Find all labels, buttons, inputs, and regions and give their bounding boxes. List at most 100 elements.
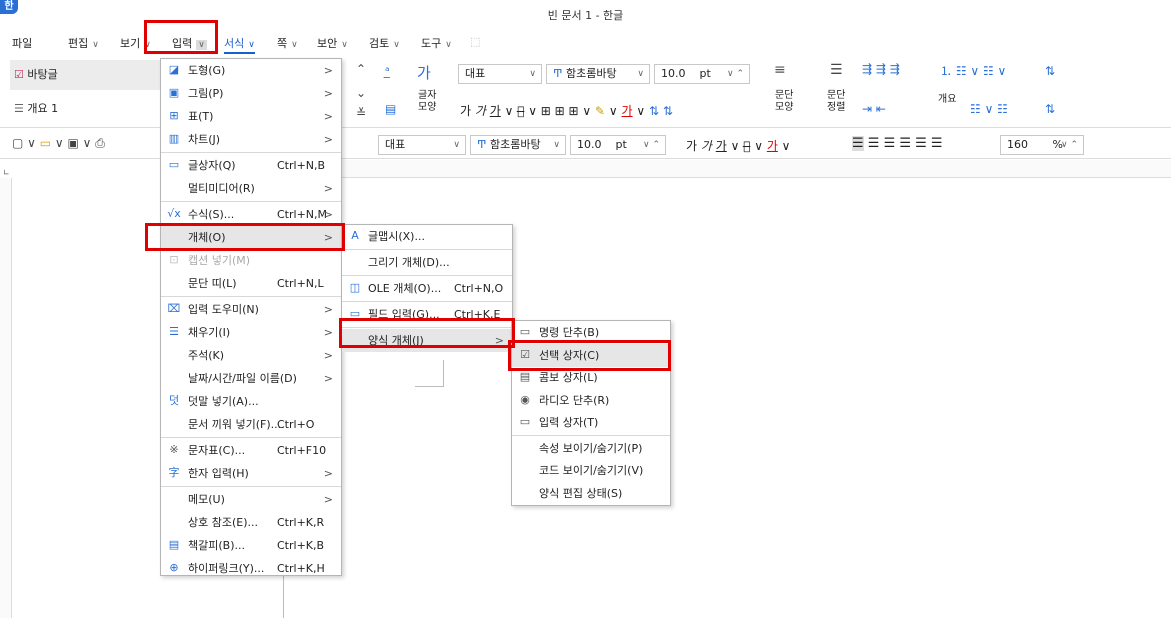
menu-separator xyxy=(342,301,512,302)
input-menu-item[interactable]: ⊡ 캡션 넣기(M) xyxy=(161,249,341,272)
menu-item-label: 하이퍼링크(Y)... xyxy=(188,562,265,575)
menu-tools[interactable]: 도구 ∨ xyxy=(421,35,452,51)
style-apply-icon[interactable]: ▤ xyxy=(385,102,396,116)
font-type-icon: Ͳ xyxy=(553,67,566,80)
menu-review[interactable]: 검토 ∨ xyxy=(369,35,400,51)
input-menu-item[interactable]: ☰ 채우기(I) > xyxy=(161,321,341,344)
object-menu-item[interactable]: A 글맵시(X)... xyxy=(342,225,512,248)
menu-item-label: 문서 끼워 넣기(F)... xyxy=(188,418,282,431)
font-style-select-2[interactable]: 대표 ∨ xyxy=(378,135,466,155)
scroll-down-icon[interactable]: ⌄ xyxy=(356,86,366,100)
form-menu-item[interactable]: ◉ 라디오 단추(R) xyxy=(512,389,670,412)
align-justify-icon[interactable]: ☰ xyxy=(830,62,843,78)
menu-security[interactable]: 보안 ∨ xyxy=(317,35,348,51)
style-add-icon[interactable]: ᵃ̲ xyxy=(385,64,390,78)
font-style-select[interactable]: 대표 ∨ xyxy=(458,64,542,84)
sort-icon[interactable]: ⇅ xyxy=(1045,64,1055,78)
para-align-label[interactable]: 문단 정렬 xyxy=(827,90,845,114)
char-format-buttons[interactable]: 가 가 가 ∨ 가̶ ∨ ⊞ ⊞ ⊞ ∨ ✎ ∨ 가 ∨ ⇅ ⇅ xyxy=(460,102,673,119)
menu-item-label: 글상자(Q) xyxy=(188,159,236,172)
form-menu-item[interactable]: ▭ 명령 단추(B) xyxy=(512,321,670,344)
input-menu-item[interactable]: 개체(O) > xyxy=(161,226,341,249)
form-menu-item[interactable]: ▤ 콤보 상자(L) xyxy=(512,366,670,389)
ribbon-collapse-icon[interactable]: ⬚ xyxy=(470,35,480,48)
input-menu-item[interactable]: ※ 문자표(C)... Ctrl+F10 xyxy=(161,439,341,462)
quick-access-icons[interactable]: ▢ ∨ ▭ ∨ ▣ ∨ ⎙ xyxy=(12,136,105,151)
outline-label[interactable]: 개요 xyxy=(938,90,956,105)
expand-icon[interactable]: ≚ xyxy=(356,106,366,120)
menu-item-label: 라디오 단추(R) xyxy=(539,393,610,407)
style-item-base[interactable]: ☑ 바탕글 xyxy=(10,60,160,90)
chevron-down-icon: ∨ xyxy=(196,40,207,50)
input-menu-item[interactable]: 문단 띠(L) Ctrl+N,L xyxy=(161,272,341,295)
scroll-up-icon[interactable]: ⌃ xyxy=(356,62,366,76)
font-name-select-2[interactable]: Ͳ 함초롬바탕 ∨ xyxy=(470,135,566,155)
menu-edit[interactable]: 편집 ∨ xyxy=(68,35,99,51)
input-menu-item[interactable]: 덧 덧말 넣기(A)... xyxy=(161,390,341,413)
input-menu-item[interactable]: ▭ 글상자(Q) Ctrl+N,B xyxy=(161,154,341,177)
sort2-icon[interactable]: ⇅ xyxy=(1045,102,1055,116)
chevron-down-icon: ∨ xyxy=(341,40,348,50)
textart-icon: A xyxy=(351,229,359,242)
menu-item-label: OLE 개체(O)... xyxy=(368,282,442,295)
input-menu-item[interactable]: ▤ 책갈피(B)... Ctrl+K,B xyxy=(161,534,341,557)
vertical-ruler[interactable] xyxy=(0,178,12,618)
input-menu-item[interactable]: ◪ 도형(G) > xyxy=(161,59,341,82)
menu-file[interactable]: 파일 xyxy=(12,35,32,51)
numbering-icon[interactable]: ⒈ ☷ ∨ ☷ ∨ xyxy=(940,62,1006,79)
input-menu-item[interactable]: ▣ 그림(P) > xyxy=(161,82,341,105)
font-size-input-2[interactable]: 10.0 pt ∨ ⌃ xyxy=(570,135,666,155)
form-menu-item[interactable]: 속성 보이기/숨기기(P) xyxy=(512,437,670,460)
input-menu-item[interactable]: ▥ 차트(J) > xyxy=(161,128,341,151)
style-icon: ☑ xyxy=(14,68,28,81)
menu-item-label: 도형(G) xyxy=(188,64,226,77)
font-style-value: 대표 xyxy=(465,67,486,80)
input-menu-item[interactable]: 날짜/시간/파일 이름(D) > xyxy=(161,367,341,390)
menu-view[interactable]: 보기 ∨ xyxy=(120,35,151,51)
char-shape-label[interactable]: 글자 모양 xyxy=(418,90,436,114)
menu-format[interactable]: 서식 ∨ xyxy=(224,35,255,54)
input-menu-item[interactable]: 주석(K) > xyxy=(161,344,341,367)
bullet-icons[interactable]: ☷ ∨ ☷ xyxy=(970,102,1008,116)
shape-icon: ◪ xyxy=(168,63,180,76)
object-menu-item[interactable]: 양식 개체(J) > xyxy=(342,329,512,352)
chart-icon: ▥ xyxy=(168,132,180,145)
menu-separator xyxy=(161,296,341,297)
object-menu-item[interactable]: ▭ 필드 입력(G)... Ctrl+K,E xyxy=(342,303,512,326)
zoom-input[interactable]: 160 % ∨ ⌃ xyxy=(1000,135,1084,155)
object-menu-item[interactable]: ◫ OLE 개체(O)... Ctrl+N,O xyxy=(342,277,512,300)
input-menu-item[interactable]: ⊕ 하이퍼링크(Y)... Ctrl+K,H xyxy=(161,557,341,580)
indent-icons[interactable]: ⇶ ⇶ ⇶ xyxy=(862,62,900,76)
form-menu-item[interactable]: ▭ 입력 상자(T) xyxy=(512,411,670,434)
menu-page[interactable]: 쪽 ∨ xyxy=(277,35,298,51)
input-menu-item[interactable]: ⊞ 표(T) > xyxy=(161,105,341,128)
style-item-outline1[interactable]: ☰ 개요 1 xyxy=(10,94,160,124)
font-name-select[interactable]: Ͳ 함초롬바탕 ∨ xyxy=(546,64,650,84)
align-buttons[interactable]: ☰ ☰ ☰ ☰ ☰ ☰ xyxy=(852,136,943,151)
horizontal-ruler[interactable] xyxy=(283,160,1171,178)
object-menu-item[interactable]: 그리기 개체(D)... xyxy=(342,251,512,274)
line-spacing-icons[interactable]: ⇥ ⇤ xyxy=(862,102,886,116)
input-menu-item[interactable]: ⌧ 입력 도우미(N) > xyxy=(161,298,341,321)
menu-item-label: 덧말 넣기(A)... xyxy=(188,395,259,408)
para-shape-icon[interactable]: ≡ xyxy=(774,62,786,78)
chevron-down-icon: ∨ xyxy=(144,40,151,50)
char-format-buttons-2[interactable]: 가 가 가 ∨ 가̶ ∨ 가 ∨ xyxy=(686,137,790,154)
field-icon: ▭ xyxy=(349,307,361,320)
chevron-right-icon: > xyxy=(323,182,333,195)
para-shape-label[interactable]: 문단 모양 xyxy=(775,90,793,114)
form-menu-item[interactable]: 양식 편집 상태(S) xyxy=(512,482,670,505)
input-menu-item[interactable]: 문서 끼워 넣기(F)... Ctrl+O xyxy=(161,413,341,436)
chevron-right-icon: > xyxy=(323,64,333,77)
hyperlink-icon: ⊕ xyxy=(169,561,179,574)
input-menu-item[interactable]: 메모(U) > xyxy=(161,488,341,511)
menu-input[interactable]: 입력 ∨ xyxy=(172,35,207,51)
input-menu-item[interactable]: 멀티미디어(R) > xyxy=(161,177,341,200)
input-menu-item[interactable]: √x 수식(S)... Ctrl+N,M > xyxy=(161,203,341,226)
form-menu-item[interactable]: ☑ 선택 상자(C) xyxy=(512,343,670,367)
input-menu-item[interactable]: 상호 참조(E)... Ctrl+K,R xyxy=(161,511,341,534)
input-menu-item[interactable]: 字 한자 입력(H) > xyxy=(161,462,341,485)
form-menu-item[interactable]: 코드 보이기/숨기기(V) xyxy=(512,459,670,482)
char-shape-icon[interactable]: 가 xyxy=(417,62,431,83)
font-size-input[interactable]: 10.0 pt ∨ ⌃ xyxy=(654,64,750,84)
